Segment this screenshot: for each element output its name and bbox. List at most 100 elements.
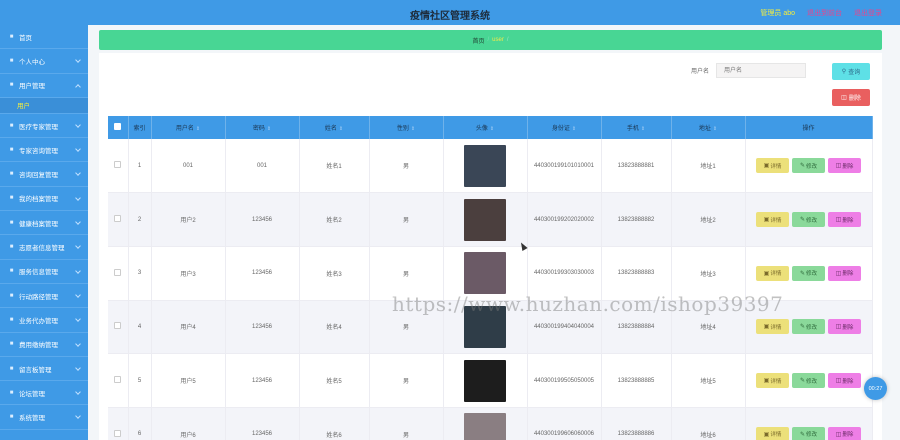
sidebar-item-1[interactable]: ■ 个人中心: [0, 49, 88, 74]
cell-gender: 男: [369, 353, 444, 408]
money-icon: ■: [9, 341, 14, 348]
chevron-down-icon: [75, 413, 81, 420]
file-icon: ■: [9, 195, 14, 202]
sort-icon[interactable]: ⇕: [572, 126, 576, 132]
edit-button[interactable]: ✎ 修改: [792, 158, 825, 174]
batch-delete-button[interactable]: ◫ 删除: [832, 89, 870, 106]
logout-link[interactable]: 退出登录: [854, 8, 882, 18]
column-header[interactable]: 身份证 ⇕: [527, 116, 602, 139]
edit-button[interactable]: ✎ 修改: [792, 212, 825, 228]
sidebar-item-6[interactable]: ■ 我的档案管理: [0, 187, 88, 212]
column-header[interactable]: 手机 ⇕: [601, 116, 672, 139]
edit-icon: ✎: [799, 378, 805, 385]
row-select-cell: [108, 139, 129, 194]
delete-button[interactable]: ◫ 删除: [828, 265, 861, 281]
row-checkbox[interactable]: [114, 322, 122, 330]
sort-icon[interactable]: ⇕: [267, 126, 271, 132]
sidebar-item-8[interactable]: ■ 志愿者信息管理: [0, 235, 88, 260]
column-header-label: 头像: [475, 126, 488, 132]
chevron-down-icon: [75, 292, 81, 298]
detail-button[interactable]: ▣ 详情: [756, 426, 789, 440]
sidebar-item-7[interactable]: ■ 健康档案管理: [0, 211, 88, 236]
breadcrumb-sep: /: [487, 37, 490, 43]
detail-button[interactable]: ▣ 详情: [756, 158, 789, 174]
cell-index: 3: [128, 246, 152, 301]
delete-label: 删除: [842, 163, 854, 170]
sidebar-item-0[interactable]: ■ 首页: [0, 25, 88, 50]
sidebar-item-3[interactable]: ■ 医疗专家管理: [0, 114, 88, 139]
row-checkbox[interactable]: [114, 215, 122, 223]
cell-phone: 13823888882: [601, 192, 672, 247]
column-header-label: 地址: [698, 126, 711, 132]
column-header-label: 用户名: [175, 126, 194, 132]
sidebar-item-13[interactable]: ■ 留言板管理: [0, 357, 88, 382]
sidebar-item-12[interactable]: ■ 费用缴纳管理: [0, 333, 88, 357]
sidebar-item-4[interactable]: ■ 专家咨询管理: [0, 138, 88, 163]
column-header[interactable]: 地址 ⇕: [671, 116, 746, 139]
select-all-checkbox[interactable]: [114, 123, 122, 130]
edit-button[interactable]: ✎ 修改: [792, 319, 825, 335]
sidebar-item-9[interactable]: ■ 服务信息管理: [0, 260, 88, 284]
column-header[interactable]: 姓名 ⇕: [299, 116, 370, 139]
watermark: https://www.huzhan.com/ishop39397: [392, 292, 784, 316]
top-bar: 疫情社区管理系统 管理员 abo 退出到前台 退出登录: [0, 0, 900, 25]
column-header[interactable]: 头像 ⇕: [443, 116, 528, 139]
cell-password: 123456: [225, 407, 300, 440]
chevron-down-icon: [75, 340, 81, 347]
sort-icon[interactable]: ⇕: [713, 126, 717, 132]
sidebar-item-5[interactable]: ■ 咨询回复管理: [0, 162, 88, 187]
front-link[interactable]: 退出到前台: [807, 8, 842, 18]
column-header[interactable]: 用户名 ⇕: [151, 116, 226, 139]
detail-button[interactable]: ▣ 详情: [756, 265, 789, 281]
chevron-down-icon: [75, 170, 81, 177]
sidebar-item-label: 健康档案管理: [19, 220, 58, 228]
sort-icon[interactable]: ⇕: [339, 126, 343, 132]
sidebar-item-15[interactable]: ■ 系统管理: [0, 405, 88, 430]
chevron-down-icon: [75, 267, 81, 274]
row-checkbox[interactable]: [114, 376, 122, 384]
sort-icon[interactable]: ⇕: [411, 126, 415, 132]
sidebar-item-14[interactable]: ■ 论坛管理: [0, 381, 88, 406]
detail-button[interactable]: ▣ 详情: [756, 212, 789, 228]
delete-button[interactable]: ◫ 删除: [828, 158, 861, 174]
delete-button[interactable]: ◫ 删除: [828, 212, 861, 228]
username-search-input[interactable]: [716, 63, 807, 78]
row-checkbox[interactable]: [114, 429, 122, 437]
chevron-down-icon: [75, 146, 81, 153]
column-header[interactable]: 性别 ⇕: [369, 116, 444, 139]
sidebar-subitem-0[interactable]: 用户: [0, 97, 88, 114]
detail-button[interactable]: ▣ 详情: [756, 373, 789, 389]
edit-label: 修改: [806, 163, 818, 170]
sidebar-item-11[interactable]: ■ 业务代办管理: [0, 308, 88, 333]
sidebar-item-10[interactable]: ■ 行动路径管理: [0, 284, 88, 309]
edit-button[interactable]: ✎ 修改: [792, 426, 825, 440]
edit-icon: ✎: [799, 431, 805, 438]
chevron-down-icon: [75, 194, 81, 201]
row-checkbox[interactable]: [114, 268, 122, 276]
admin-label: 管理员 abo: [760, 10, 795, 17]
edit-button[interactable]: ✎ 修改: [792, 373, 825, 389]
row-select-cell: [108, 192, 129, 247]
cell-password: 123456: [225, 300, 300, 355]
timer-badge[interactable]: 00:27: [864, 377, 887, 400]
delete-button[interactable]: ◫ 删除: [828, 373, 861, 389]
delete-button[interactable]: ◫ 删除: [828, 426, 861, 440]
edit-button[interactable]: ✎ 修改: [792, 265, 825, 281]
detail-button[interactable]: ▣ 详情: [756, 319, 789, 335]
cell-phone: 13823888886: [601, 407, 672, 440]
avatar: [464, 359, 506, 402]
search-button[interactable]: ⚲ 查询: [832, 63, 870, 80]
sort-icon[interactable]: ⇕: [196, 126, 200, 132]
column-header[interactable]: 密码 ⇕: [225, 116, 300, 139]
detail-label: 详情: [770, 378, 782, 385]
sort-icon[interactable]: ⇕: [490, 126, 494, 132]
column-header-label: 操作: [802, 126, 815, 132]
delete-button[interactable]: ◫ 删除: [828, 319, 861, 335]
sort-icon[interactable]: ⇕: [641, 126, 645, 132]
avatar: [464, 198, 506, 241]
breadcrumb-home[interactable]: 首页: [472, 36, 484, 45]
sidebar-item-2[interactable]: ■ 用户管理: [0, 74, 88, 98]
cell-name: 姓名6: [299, 407, 370, 440]
cell-username: 用户5: [151, 353, 226, 408]
row-checkbox[interactable]: [114, 161, 122, 169]
